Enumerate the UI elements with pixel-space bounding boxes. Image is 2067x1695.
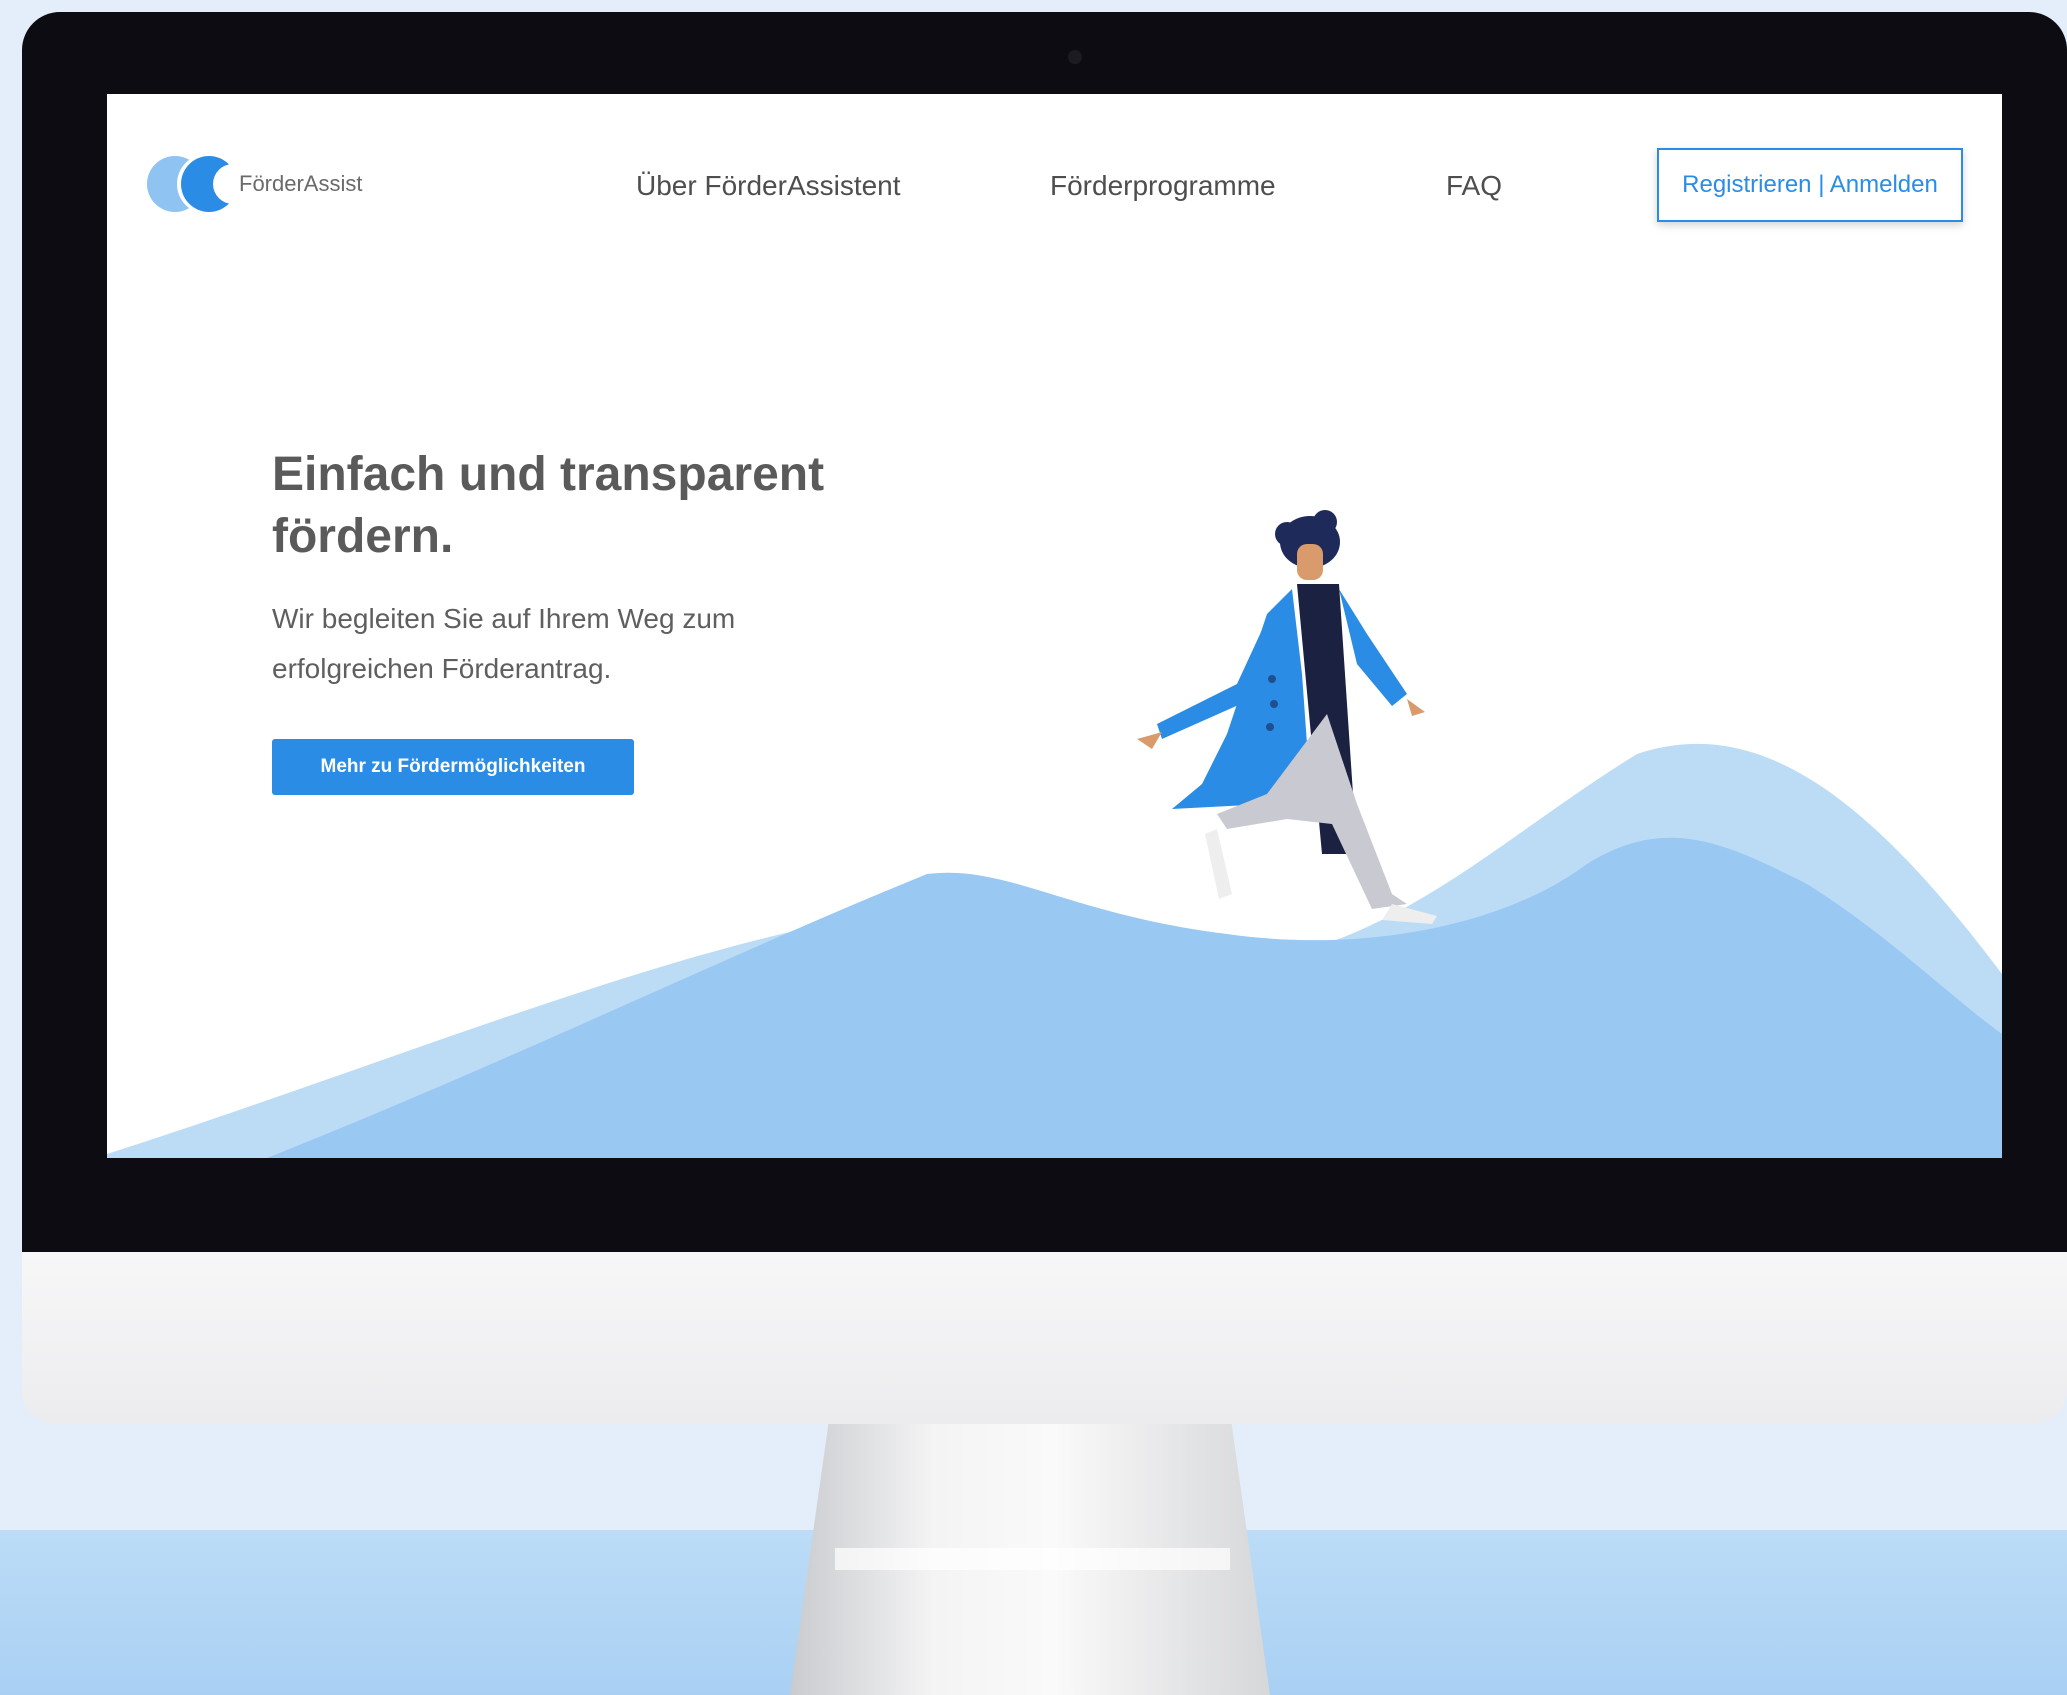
logo-icon [147, 154, 245, 214]
cta-button[interactable]: Mehr zu Fördermöglichkeiten [272, 739, 634, 795]
brand-logo[interactable]: FörderAssist [145, 150, 362, 218]
stand-highlight [835, 1548, 1230, 1570]
monitor-chin [22, 1252, 2067, 1424]
nav-link-faq[interactable]: FAQ [1446, 170, 1502, 202]
nav-link-programs[interactable]: Förderprogramme [1050, 170, 1276, 202]
hero-title: Einfach und transparent fördern. [272, 448, 825, 563]
nav-link-about[interactable]: Über FörderAssistent [636, 170, 901, 202]
logo-text: FörderAssist [239, 171, 363, 196]
hill-front [267, 837, 2002, 1158]
register-login-button[interactable]: Registrieren | Anmelden [1657, 148, 1963, 222]
walking-person-illustration [1137, 510, 1437, 924]
hero-subtitle: Wir begleiten Sie auf Ihrem Weg zum erfo… [272, 603, 736, 684]
website-screen: FörderAssist Über FörderAssistent Förder… [107, 94, 2002, 1158]
camera-icon [1068, 50, 1082, 64]
